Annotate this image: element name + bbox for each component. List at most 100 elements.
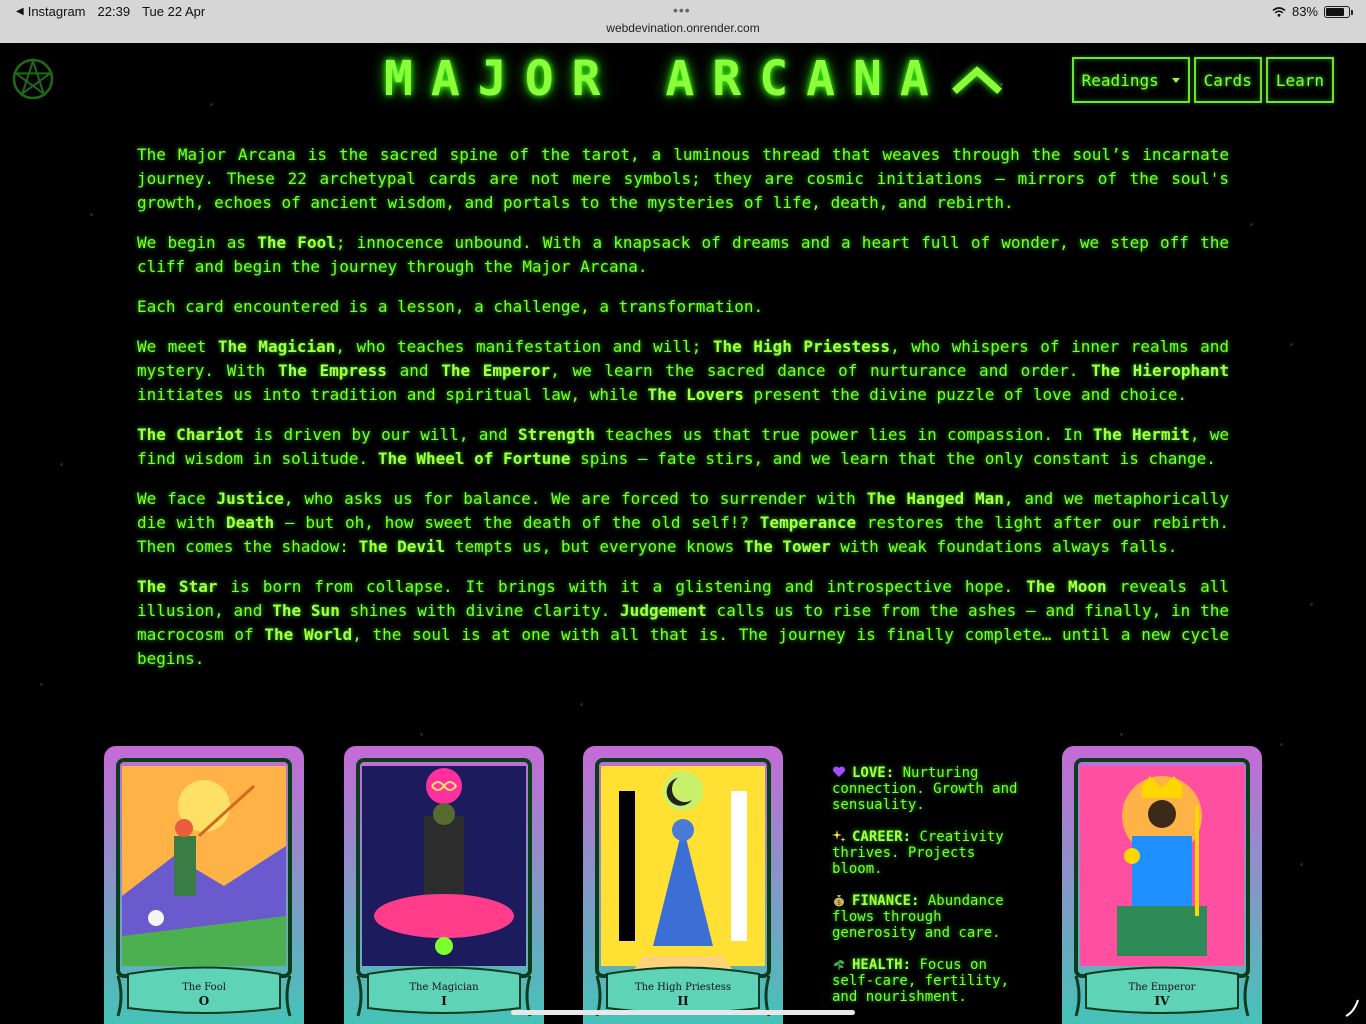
card-name-highlight: The High Priestess: [712, 337, 891, 356]
card-name-highlight: The World: [264, 625, 353, 644]
wifi-icon: [1272, 6, 1286, 17]
meaning-item: HEALTH: Focus on self-care, fertility, a…: [832, 957, 1022, 1005]
paragraph-text: present the divine puzzle of love and ch…: [743, 385, 1187, 404]
paragraph-text: shines with divine clarity.: [339, 601, 621, 620]
card-the-high-priestess[interactable]: The High Priestess II: [583, 746, 783, 1024]
background-speck: [1120, 733, 1123, 736]
card-the-emperor[interactable]: The Emperor IV: [1062, 746, 1262, 1024]
top-nav: Readings Cards Learn: [1071, 57, 1334, 103]
battery-percent: 83%: [1291, 4, 1318, 19]
card-name-highlight: The Sun: [272, 601, 340, 620]
card-name-highlight: Justice: [216, 489, 284, 508]
card-numeral: IV: [1154, 994, 1170, 1008]
paragraph-text: The Major Arcana is the sacred spine of …: [137, 145, 1229, 212]
status-time: 22:39: [97, 4, 131, 19]
card-name-highlight: The Hermit: [1092, 425, 1190, 444]
card-name-highlight: The Empress: [277, 361, 387, 380]
meaning-label: FINANCE:: [852, 893, 920, 909]
readings-label: Readings: [1081, 70, 1159, 90]
page: MAJOR ARCANA Readings Cards Learn The Ma…: [0, 43, 1366, 1024]
article-paragraph: We face Justice, who asks us for balance…: [137, 487, 1229, 559]
background-speck: [1250, 223, 1253, 226]
svg-text:$: $: [837, 900, 841, 907]
card-numeral: I: [441, 994, 447, 1008]
card-gallery: The Fool O The Magician I The High Pries…: [0, 746, 1366, 1024]
card-name-highlight: The Moon: [1026, 577, 1107, 596]
article-paragraph: The Major Arcana is the sacred spine of …: [137, 143, 1229, 215]
meaning-label: HEALTH:: [852, 957, 912, 973]
meaning-label: LOVE:: [852, 765, 895, 781]
background-speck: [580, 703, 583, 706]
learn-label: Learn: [1275, 70, 1324, 90]
paragraph-text: teaches us that true power lies in compa…: [595, 425, 1093, 444]
article-paragraph: The Chariot is driven by our will, and S…: [137, 423, 1229, 471]
card-name-highlight: Judgement: [620, 601, 707, 620]
rotate-icon: [1345, 999, 1359, 1017]
card-name-highlight: The Hierophant: [1091, 361, 1230, 380]
background-speck: [1310, 603, 1313, 606]
card-name-highlight: The Devil: [358, 537, 446, 556]
paragraph-text: Each card encountered is a lesson, a cha…: [137, 297, 764, 316]
article-body: The Major Arcana is the sacred spine of …: [137, 143, 1229, 687]
card-name-highlight: The Hanged Man: [866, 489, 1004, 508]
caret-down-icon: [1171, 77, 1180, 83]
meaning-item: $ FINANCE: Abundance flows through genero…: [832, 893, 1022, 941]
card-name-highlight: The Wheel of Fortune: [377, 449, 571, 468]
paragraph-text: We meet: [137, 337, 218, 356]
card-title: The Fool: [182, 982, 226, 993]
cards-button[interactable]: Cards: [1193, 57, 1262, 103]
paragraph-text: initiates us into tradition and spiritua…: [137, 385, 648, 404]
card-the-fool[interactable]: The Fool O: [104, 746, 304, 1024]
paragraph-text: , who asks us for balance. We are forced…: [283, 489, 867, 508]
back-arrow-icon[interactable]: ◀: [16, 6, 24, 17]
meaning-label: CAREER:: [852, 829, 912, 845]
money-bag-icon: $: [832, 893, 846, 907]
background-speck: [90, 213, 93, 216]
paragraph-text: , we learn the sacred dance of nurturanc…: [550, 361, 1092, 380]
card-title: The Emperor: [1128, 982, 1196, 993]
purple-heart-icon: [832, 765, 846, 779]
card-meanings: LOVE: Nurturing connection. Growth and s…: [832, 765, 1022, 1021]
paragraph-text: is born from collapse. It brings with it…: [217, 577, 1027, 596]
readings-dropdown-button[interactable]: Readings: [1071, 57, 1190, 103]
background-speck: [420, 733, 423, 736]
background-speck: [60, 463, 63, 466]
card-numeral: O: [198, 994, 210, 1008]
card-numeral: II: [677, 994, 689, 1008]
home-indicator[interactable]: [511, 1010, 855, 1015]
background-speck: [210, 103, 213, 106]
card-name-highlight: The Lovers: [647, 385, 744, 404]
meaning-item: LOVE: Nurturing connection. Growth and s…: [832, 765, 1022, 813]
card-name-highlight: The Chariot: [137, 425, 244, 444]
paragraph-text: We face: [137, 489, 217, 508]
card-name-highlight: The Emperor: [441, 361, 551, 380]
card-name-highlight: The Tower: [743, 537, 831, 556]
card-name-highlight: The Star: [137, 577, 218, 596]
card-title: The High Priestess: [634, 982, 732, 993]
status-date: Tue 22 Apr: [142, 4, 206, 19]
pentagram-icon[interactable]: [12, 58, 54, 100]
article-paragraph: The Star is born from collapse. It bring…: [137, 575, 1229, 671]
article-paragraph: Each card encountered is a lesson, a cha…: [137, 295, 1229, 319]
url-label[interactable]: webdevination.onrender.com: [0, 21, 1366, 35]
page-title: MAJOR ARCANA: [384, 51, 947, 107]
card-title: The Magician: [409, 982, 479, 993]
card-name-highlight: The Magician: [217, 337, 336, 356]
card-name-highlight: Strength: [517, 425, 595, 444]
card-the-magician[interactable]: The Magician I: [344, 746, 544, 1024]
paragraph-text: and: [386, 361, 442, 380]
back-app-label[interactable]: Instagram: [28, 4, 86, 19]
learn-button[interactable]: Learn: [1265, 57, 1334, 103]
article-paragraph: We begin as The Fool; innocence unbound.…: [137, 231, 1229, 279]
multitask-dots-icon[interactable]: •••: [673, 2, 691, 18]
page-header: MAJOR ARCANA: [384, 51, 1003, 107]
chevron-up-icon[interactable]: [951, 59, 1003, 99]
paragraph-text: with weak foundations always falls.: [830, 537, 1178, 556]
paragraph-text: We begin as: [137, 233, 258, 252]
herb-icon: [832, 957, 846, 971]
paragraph-text: tempts us, but everyone knows: [445, 537, 744, 556]
background-speck: [1290, 343, 1293, 346]
paragraph-text: — but oh, how sweet the death of the old…: [274, 513, 760, 532]
sparkles-icon: [832, 829, 846, 843]
meaning-item: CAREER: Creativity thrives. Projects blo…: [832, 829, 1022, 877]
